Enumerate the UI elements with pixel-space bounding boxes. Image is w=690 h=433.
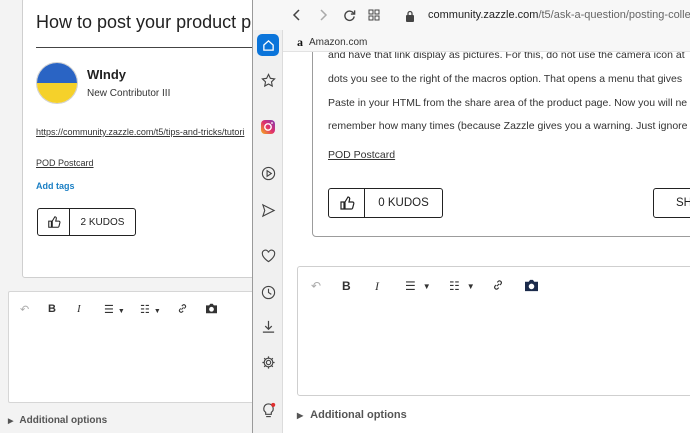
additional-options-toggle[interactable]: ▶ Additional options (297, 409, 407, 421)
post-body-line: and have that link display as pictures. … (328, 52, 685, 61)
play-icon[interactable] (258, 163, 278, 183)
author-rank: New Contributor III (87, 88, 171, 99)
lightbulb-icon[interactable] (258, 400, 278, 420)
camera-icon[interactable] (524, 279, 539, 292)
back-post-title: How to post your product pics (36, 12, 256, 32)
settings-icon[interactable] (258, 352, 278, 372)
link-icon[interactable] (177, 303, 188, 317)
bullet-list-icon[interactable]: ☰ ▼ (405, 279, 431, 293)
send-icon[interactable] (258, 200, 278, 220)
reload-icon[interactable] (341, 7, 357, 23)
browser-window: community.zazzle.com/t5/ask-a-question/p… (252, 0, 690, 433)
thumbs-up-icon (38, 209, 70, 235)
kudos-count: 2 KUDOS (80, 216, 125, 228)
background-window: How to post your product pics WIndy New … (0, 0, 256, 433)
kudos-button[interactable]: 2 KUDOS (37, 208, 136, 236)
download-icon[interactable] (258, 316, 278, 336)
address-bar[interactable]: community.zazzle.com/t5/ask-a-question/p… (428, 9, 690, 21)
bookmark-amazon[interactable]: a Amazon.com (297, 35, 367, 50)
label-link[interactable]: POD Postcard (36, 158, 94, 168)
kudos-count: 0 KUDOS (378, 197, 429, 209)
undo-icon[interactable]: ↶ (20, 303, 29, 316)
heart-icon[interactable] (258, 246, 278, 266)
bold-icon[interactable]: B (48, 303, 56, 315)
italic-icon[interactable]: I (375, 279, 379, 294)
home-icon[interactable] (257, 34, 279, 56)
grid-icon[interactable] (366, 7, 382, 23)
back-reply-editor[interactable] (8, 291, 256, 403)
back-post-card (22, 0, 256, 278)
author-name[interactable]: WIndy (87, 67, 126, 82)
back-arrow-icon[interactable] (289, 7, 305, 23)
numbered-list-icon[interactable]: ☷ ▼ (140, 303, 161, 316)
add-tags-link[interactable]: Add tags (36, 181, 75, 191)
link-icon[interactable] (492, 279, 504, 291)
italic-icon[interactable]: I (77, 303, 81, 315)
undo-icon[interactable]: ↶ (311, 279, 321, 293)
kudos-button[interactable]: 0 KUDOS (328, 188, 443, 218)
label-link[interactable]: POD Postcard (328, 149, 395, 161)
share-button[interactable]: SH (653, 188, 690, 218)
bullet-list-icon[interactable]: ☰ ▼ (104, 303, 125, 316)
title-divider (36, 47, 256, 48)
camera-icon[interactable] (205, 303, 218, 317)
browser-sidebar (253, 30, 283, 433)
post-body-line: Paste in your HTML from the share area o… (328, 97, 688, 109)
forward-arrow-icon[interactable] (315, 7, 331, 23)
star-icon[interactable] (258, 70, 278, 90)
post-body-line: dots you see to the right of the macros … (328, 73, 683, 85)
page-content: and have that link display as pictures. … (284, 52, 690, 433)
thumbs-up-icon (329, 189, 365, 217)
clock-icon[interactable] (258, 282, 278, 302)
tutorial-link[interactable]: https://community.zazzle.com/t5/tips-and… (36, 127, 244, 137)
avatar[interactable] (36, 62, 78, 104)
post-body-line: remember how many times (because Zazzle … (328, 120, 688, 132)
lock-icon[interactable] (405, 9, 415, 27)
amazon-icon: a (297, 35, 303, 49)
numbered-list-icon[interactable]: ☷ ▼ (449, 279, 475, 293)
instagram-icon[interactable] (258, 117, 278, 137)
bold-icon[interactable]: B (342, 279, 351, 293)
back-additional-options-toggle[interactable]: ▶ Additional options (8, 415, 107, 426)
